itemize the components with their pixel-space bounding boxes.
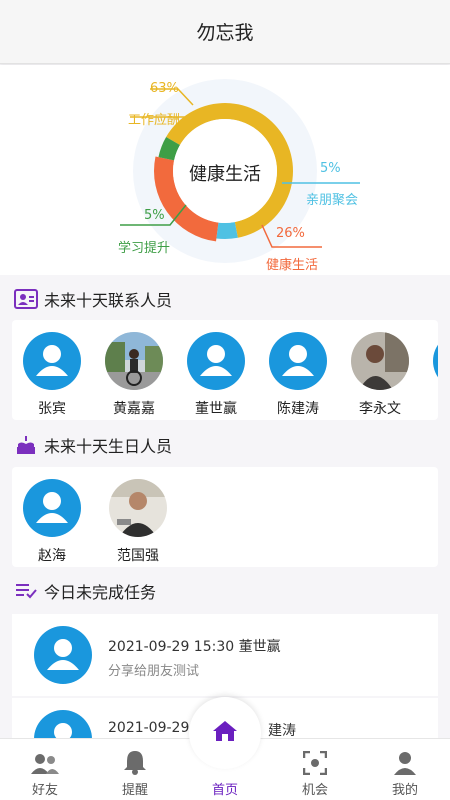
task-item[interactable]: 2021-09-29 15:30 董世赢 分享给朋友测试 — [12, 614, 438, 696]
task-list-icon — [14, 579, 38, 603]
photo-avatar — [351, 332, 409, 390]
contact-name: 陈建涛 — [277, 401, 319, 417]
home-button[interactable] — [189, 697, 261, 769]
bell-icon — [90, 739, 180, 775]
slice-label-friends: 亲朋聚会 — [306, 193, 359, 208]
default-avatar-icon — [23, 332, 81, 390]
friends-icon — [0, 739, 90, 775]
home-icon — [212, 720, 238, 746]
contact-person[interactable]: 李永文 — [340, 332, 420, 418]
task-datetime-person: 2021-09-29 15:30 董世赢 — [108, 639, 281, 655]
contact-name: 张宾 — [38, 401, 66, 417]
task-description: 分享给朋友测试 — [108, 664, 200, 679]
birthday-person[interactable]: 范国强 — [98, 479, 178, 565]
contact-person[interactable]: 陈建涛 — [258, 332, 338, 418]
cake-icon — [14, 433, 38, 457]
contact-card-icon — [14, 287, 38, 311]
contacts-section-title: 未来十天联系人员 — [14, 287, 172, 311]
tab-mine[interactable]: 我的 — [360, 739, 450, 800]
task-person: 建涛 — [268, 723, 296, 739]
slice-label-study: 学习提升 — [118, 241, 171, 256]
chart-center-title: 健康生活 — [189, 164, 261, 185]
slice-pct-friends: 5% — [320, 161, 341, 176]
user-icon — [360, 739, 450, 775]
birthdays-card: 赵海 范国强 — [12, 467, 438, 567]
birthdays-title: 未来十天生日人员 — [44, 437, 173, 456]
photo-avatar — [109, 479, 167, 537]
slice-label-work: 工作应酬 — [128, 113, 181, 128]
tab-friends[interactable]: 好友 — [0, 739, 90, 800]
tab-opportunity[interactable]: 机会 — [270, 739, 360, 800]
slice-pct-study: 5% — [144, 208, 165, 223]
default-avatar-icon — [34, 626, 92, 684]
tab-label: 提醒 — [121, 783, 148, 798]
default-avatar-icon — [23, 479, 81, 537]
contact-name: 董世赢 — [195, 401, 237, 417]
default-avatar-icon — [433, 332, 438, 390]
donut-chart: 健康生活 63% 工作应酬 5% 亲朋聚会 26% 健康生活 5% 学习提升 — [0, 65, 450, 275]
task-datetime: 2021-09-29 — [108, 720, 190, 736]
birthday-name: 范国强 — [117, 548, 159, 564]
slice-label-health: 健康生活 — [266, 258, 319, 273]
tab-label: 首页 — [211, 783, 238, 798]
scan-icon — [270, 739, 360, 775]
tasks-title: 今日未完成任务 — [44, 583, 157, 602]
donut-slice — [216, 222, 238, 239]
contact-person[interactable]: 张宾 — [12, 332, 92, 418]
photo-avatar — [105, 332, 163, 390]
birthday-person[interactable]: 赵海 — [12, 479, 92, 565]
slice-pct-health: 26% — [276, 226, 305, 241]
contact-person-partial[interactable] — [422, 332, 438, 390]
contact-person[interactable]: 黄嘉嘉 — [94, 332, 174, 418]
tab-label: 机会 — [301, 783, 328, 798]
contacts-title: 未来十天联系人员 — [44, 291, 173, 310]
tasks-section-title: 今日未完成任务 — [14, 579, 156, 603]
default-avatar-icon — [269, 332, 327, 390]
contact-person[interactable]: 董世赢 — [176, 332, 256, 418]
default-avatar-icon — [187, 332, 245, 390]
tab-label: 好友 — [31, 783, 58, 798]
birthdays-section-title: 未来十天生日人员 — [14, 433, 172, 457]
contact-name: 李永文 — [359, 401, 401, 417]
contact-name: 黄嘉嘉 — [113, 401, 155, 417]
tab-label: 我的 — [391, 783, 418, 798]
top-app-bar: 勿忘我 — [0, 0, 450, 64]
birthday-name: 赵海 — [38, 548, 66, 564]
slice-pct-work: 63% — [150, 81, 179, 96]
contacts-card: 张宾 黄嘉嘉 董世赢 陈建涛 李永文 — [12, 320, 438, 420]
tab-remind[interactable]: 提醒 — [90, 739, 180, 800]
app-title: 勿忘我 — [196, 22, 254, 44]
